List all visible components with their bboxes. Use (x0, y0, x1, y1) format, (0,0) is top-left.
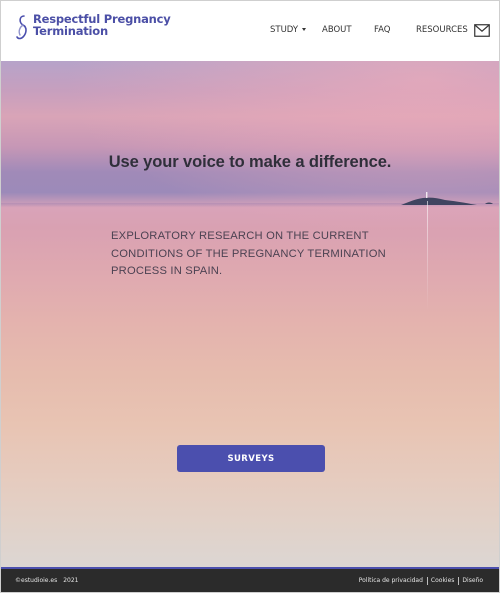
caret-down-icon (302, 28, 307, 31)
light-reflection (427, 201, 428, 311)
main-nav: STUDY ABOUT FAQ RESOURCES (1, 25, 499, 39)
footer-credit: ©estudioie.es 2021 (15, 577, 78, 584)
site-footer: ©estudioie.es 2021 Política de privacidad… (1, 567, 499, 592)
page-frame: Respectful Pregnancy Termination STUDY A… (0, 0, 500, 593)
nav-faq[interactable]: FAQ (374, 25, 390, 35)
surveys-button[interactable]: SURVEYS (177, 445, 325, 472)
hero-subtitle: EXPLORATORY RESEARCH ON THE CURRENT COND… (111, 230, 386, 277)
footer-link-privacy[interactable]: Política de privacidad (359, 577, 423, 585)
nav-study[interactable]: STUDY (270, 25, 307, 35)
footer-divider (458, 577, 460, 585)
hero-section: Use your voice to make a difference. EXP… (1, 61, 499, 567)
footer-links: Política de privacidad Cookies Diseño (359, 577, 483, 585)
footer-credit-text: ©estudioie.es (15, 577, 58, 584)
nav-resources[interactable]: RESOURCES (416, 25, 468, 35)
mail-icon[interactable] (474, 24, 490, 37)
island-silhouette (401, 192, 493, 205)
hero-title: Use your voice to make a difference. (108, 153, 392, 171)
footer-link-cookies[interactable]: Cookies (431, 577, 455, 585)
nav-about[interactable]: ABOUT (322, 25, 352, 35)
footer-year: 2021 (63, 577, 79, 584)
site-header: Respectful Pregnancy Termination STUDY A… (1, 1, 499, 61)
footer-divider (426, 577, 428, 585)
nav-study-label: STUDY (270, 25, 299, 35)
footer-link-design[interactable]: Diseño (462, 577, 483, 585)
